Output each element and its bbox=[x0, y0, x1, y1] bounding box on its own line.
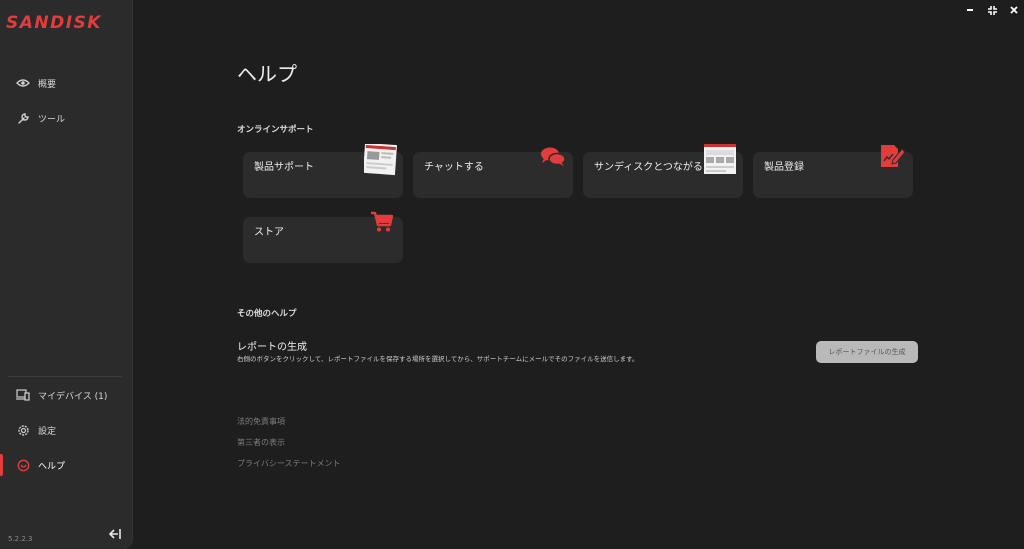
chat-card[interactable]: チャットする bbox=[413, 147, 573, 198]
store-card[interactable]: ストア bbox=[243, 211, 403, 263]
cart-icon bbox=[371, 211, 394, 232]
sidebar-item-label: ヘルプ bbox=[38, 461, 66, 472]
minimize-icon[interactable] bbox=[964, 4, 976, 16]
chat-bubbles-icon bbox=[541, 147, 566, 166]
eye-icon bbox=[16, 76, 30, 90]
card-label: サンディスクとつながる bbox=[594, 162, 703, 173]
gear-icon bbox=[16, 423, 30, 437]
third-party-notices-link[interactable]: 第三者の表示 bbox=[237, 437, 285, 448]
card-label: ストア bbox=[254, 227, 284, 238]
sidebar-divider bbox=[8, 376, 122, 377]
card-label: 製品サポート bbox=[254, 162, 314, 173]
webpage-thumbnail-icon bbox=[364, 144, 398, 176]
online-support-heading: オンラインサポート bbox=[237, 125, 314, 135]
help-icon bbox=[16, 458, 30, 472]
sidebar-item-settings[interactable]: 設定 bbox=[0, 419, 132, 441]
logo-text: SANDISK bbox=[6, 13, 102, 32]
sidebar-item-label: マイデバイス (1) bbox=[38, 391, 108, 402]
version-label: 5.2.2.3 bbox=[8, 535, 33, 543]
product-registration-card[interactable]: 製品登録 bbox=[753, 145, 913, 198]
collapse-sidebar-icon[interactable] bbox=[108, 525, 124, 539]
community-thumbnail-icon bbox=[704, 144, 736, 174]
sidebar-item-tools[interactable]: ツール bbox=[0, 107, 132, 129]
generate-report-button[interactable]: レポートファイルの生成 bbox=[816, 341, 918, 363]
sidebar: SANDISK 概要 ツール マイデバイス (1) 設定 ヘルプ 5.2.2.3 bbox=[0, 0, 133, 549]
wrench-icon bbox=[16, 111, 30, 125]
sandisk-logo: SANDISK bbox=[6, 13, 102, 32]
close-icon[interactable] bbox=[1008, 4, 1020, 16]
report-description: 右側のボタンをクリックして、レポートファイルを保存する場所を選択してから、サポー… bbox=[237, 355, 639, 363]
sidebar-item-overview[interactable]: 概要 bbox=[0, 72, 132, 94]
legal-disclaimer-link[interactable]: 法的免責事項 bbox=[237, 416, 285, 427]
product-support-card[interactable]: 製品サポート bbox=[243, 144, 403, 198]
register-document-icon bbox=[881, 145, 906, 167]
devices-icon bbox=[16, 388, 30, 402]
sidebar-item-help[interactable]: ヘルプ bbox=[0, 454, 132, 476]
card-label: 製品登録 bbox=[764, 162, 804, 173]
sidebar-item-label: 設定 bbox=[38, 426, 57, 437]
card-label: チャットする bbox=[424, 162, 484, 173]
page-title: ヘルプ bbox=[237, 62, 297, 86]
connect-card[interactable]: サンディスクとつながる bbox=[583, 144, 743, 198]
maximize-icon[interactable] bbox=[986, 4, 998, 16]
sidebar-item-label: ツール bbox=[38, 114, 66, 125]
sidebar-item-label: 概要 bbox=[38, 79, 57, 90]
privacy-statement-link[interactable]: プライバシーステートメント bbox=[237, 458, 340, 469]
sidebar-item-my-devices[interactable]: マイデバイス (1) bbox=[0, 384, 132, 406]
other-help-heading: その他のヘルプ bbox=[237, 309, 297, 319]
report-title: レポートの生成 bbox=[237, 342, 307, 353]
